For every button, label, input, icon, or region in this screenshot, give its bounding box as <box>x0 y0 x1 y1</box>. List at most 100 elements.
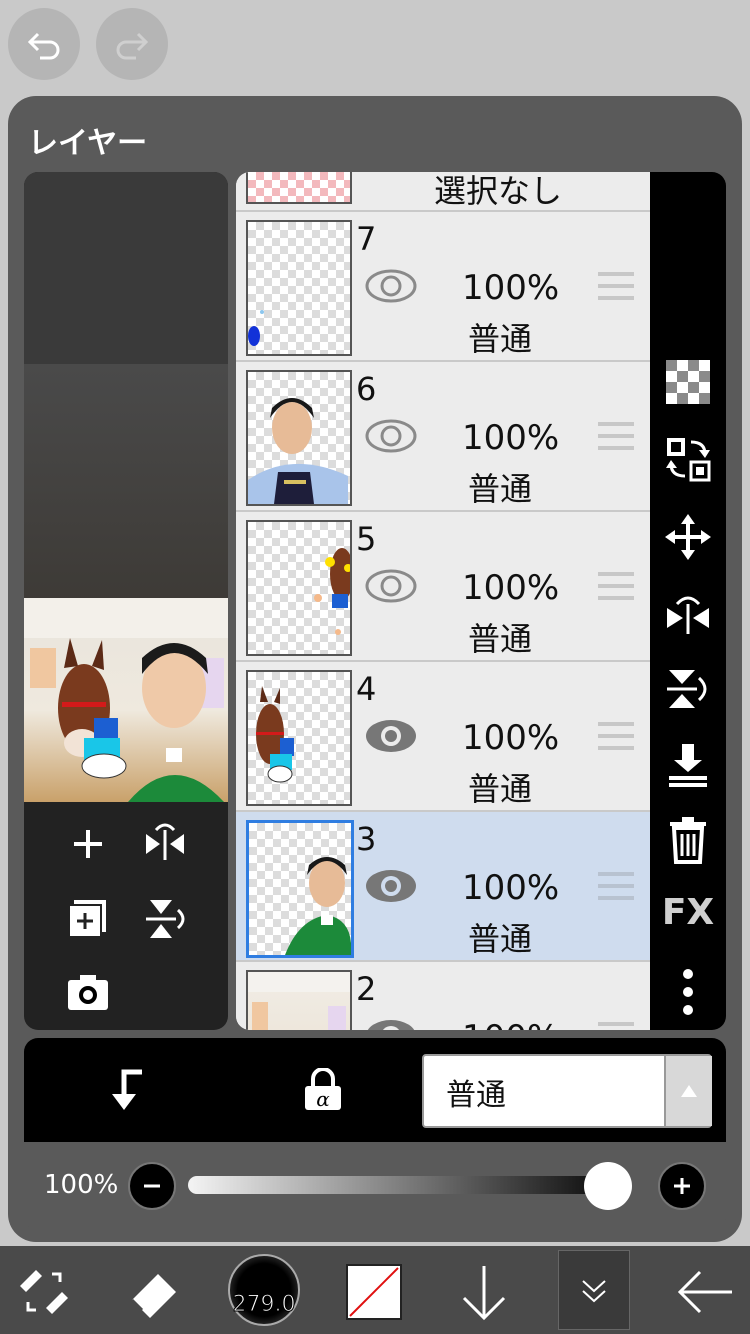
layer-row-selected[interactable]: 3 100% 普通 <box>236 812 650 962</box>
layer-thumbnail <box>246 220 352 356</box>
transparency-button[interactable] <box>650 360 726 404</box>
redo-button[interactable] <box>96 8 168 80</box>
undo-icon <box>27 32 60 60</box>
clipping-button[interactable] <box>104 1068 148 1116</box>
arrow-left-icon <box>677 1270 732 1314</box>
visibility-toggle[interactable] <box>364 716 418 760</box>
minus-icon <box>144 1184 160 1188</box>
layer-opacity: 100% <box>462 568 560 608</box>
clipping-icon <box>112 1069 142 1110</box>
layer-row[interactable]: 4 100% 普通 <box>236 662 650 812</box>
camera-button[interactable] <box>66 972 110 1016</box>
more-options-button[interactable] <box>650 968 726 1016</box>
layer-thumbnail <box>246 970 352 1030</box>
drag-handle[interactable] <box>596 870 636 906</box>
arrow-down-icon <box>462 1266 506 1321</box>
layer-thumbnail <box>246 520 352 656</box>
layer-opacity: 100% <box>462 718 560 758</box>
drag-handle[interactable] <box>596 420 636 456</box>
undo-button[interactable] <box>8 8 80 80</box>
layer-number: 2 <box>356 970 377 1008</box>
layer-row[interactable]: 5 100% 普通 <box>236 512 650 662</box>
visibility-toggle[interactable] <box>364 1016 418 1030</box>
back-button[interactable] <box>676 1268 734 1320</box>
flip-vertical-side-button[interactable] <box>650 666 726 712</box>
color-swatch-button[interactable] <box>346 1264 402 1320</box>
layer-thumbnail <box>246 820 354 958</box>
layer-blend-mode: 普通 <box>468 470 533 508</box>
visibility-toggle[interactable] <box>364 266 418 310</box>
layer-row[interactable]: 2 100% <box>236 962 650 1030</box>
drag-handle[interactable] <box>596 1020 636 1030</box>
blend-mode-dropdown[interactable] <box>664 1056 712 1126</box>
opacity-slider-track[interactable] <box>188 1176 628 1194</box>
opacity-slider-thumb[interactable] <box>584 1162 632 1210</box>
drag-handle-icon <box>598 572 634 600</box>
brush-swap-icon <box>20 1270 68 1314</box>
opacity-increase-button[interactable] <box>658 1162 706 1210</box>
flip-vertical-icon <box>667 670 707 708</box>
drag-handle[interactable] <box>596 720 636 756</box>
delete-layer-button[interactable] <box>650 816 726 864</box>
layer-blend-mode: 普通 <box>468 920 533 958</box>
drag-handle[interactable] <box>596 270 636 306</box>
brush-size-value: 279.0 <box>232 1292 296 1318</box>
drag-handle-icon <box>598 872 634 900</box>
drag-handle[interactable] <box>596 570 636 606</box>
move-button[interactable] <box>650 514 726 560</box>
duplicate-layer-button[interactable] <box>66 896 110 944</box>
alpha-lock-button[interactable]: α <box>302 1067 344 1116</box>
visibility-toggle[interactable] <box>364 416 418 460</box>
visibility-toggle[interactable] <box>364 866 418 910</box>
blend-mode-value: 普通 <box>446 1078 506 1113</box>
layer-down-button[interactable] <box>458 1264 510 1326</box>
flip-horizontal-button[interactable] <box>142 820 188 870</box>
layer-number: 7 <box>356 220 377 258</box>
collapse-button[interactable] <box>558 1250 630 1330</box>
eraser-icon <box>130 1274 176 1318</box>
plus-icon <box>74 830 102 858</box>
visibility-toggle[interactable] <box>364 566 418 610</box>
layer-opacity: 100% <box>462 868 560 908</box>
flip-horizontal-side-button[interactable] <box>650 590 726 636</box>
artwork-image <box>24 598 228 802</box>
layer-blend-mode: 普通 <box>468 320 533 358</box>
layer-opacity: 100% <box>462 268 560 308</box>
layer-row[interactable]: 6 100% 普通 <box>236 362 650 512</box>
eraser-tool-button[interactable] <box>126 1264 182 1324</box>
layer-blend-mode: 普通 <box>468 620 533 658</box>
checkerboard-icon <box>666 360 710 404</box>
drag-handle-icon <box>598 722 634 750</box>
flip-vertical-icon <box>146 900 185 938</box>
layer-blend-mode: 普通 <box>468 770 533 808</box>
layer-row[interactable]: 7 100% 普通 <box>236 212 650 362</box>
layer-thumbnail <box>246 370 352 506</box>
eye-outline-icon <box>365 269 417 303</box>
add-layer-button[interactable] <box>68 824 108 868</box>
swap-layer-button[interactable] <box>650 436 726 482</box>
opacity-label: 100% <box>44 1170 119 1200</box>
more-vertical-icon <box>683 969 693 1015</box>
alpha-lock-icon: α <box>305 1067 341 1111</box>
eye-outline-icon <box>365 419 417 453</box>
opacity-decrease-button[interactable] <box>128 1162 176 1210</box>
no-color-icon <box>349 1267 399 1317</box>
drag-handle-icon <box>598 422 634 450</box>
flip-vertical-button[interactable] <box>142 896 188 946</box>
eye-filled-icon <box>366 870 416 902</box>
canvas-thumbnail <box>24 598 228 802</box>
merge-down-button[interactable] <box>650 742 726 788</box>
layer-number: 5 <box>356 520 377 558</box>
layer-none-label: 選択なし <box>434 172 563 210</box>
duplicate-icon <box>68 900 106 938</box>
merge-down-icon <box>669 744 707 787</box>
eye-outline-icon <box>365 569 417 603</box>
layer-opacity: 100% <box>462 418 560 458</box>
layer-row-none[interactable]: 選択なし <box>236 172 650 212</box>
blend-mode-select[interactable]: 普通 <box>422 1054 712 1128</box>
drag-handle-icon <box>598 1022 634 1026</box>
fx-button[interactable]: FX <box>650 892 726 933</box>
layer-number: 3 <box>356 820 377 858</box>
transform-tool-button[interactable] <box>16 1266 72 1322</box>
canvas-preview <box>24 172 228 1030</box>
